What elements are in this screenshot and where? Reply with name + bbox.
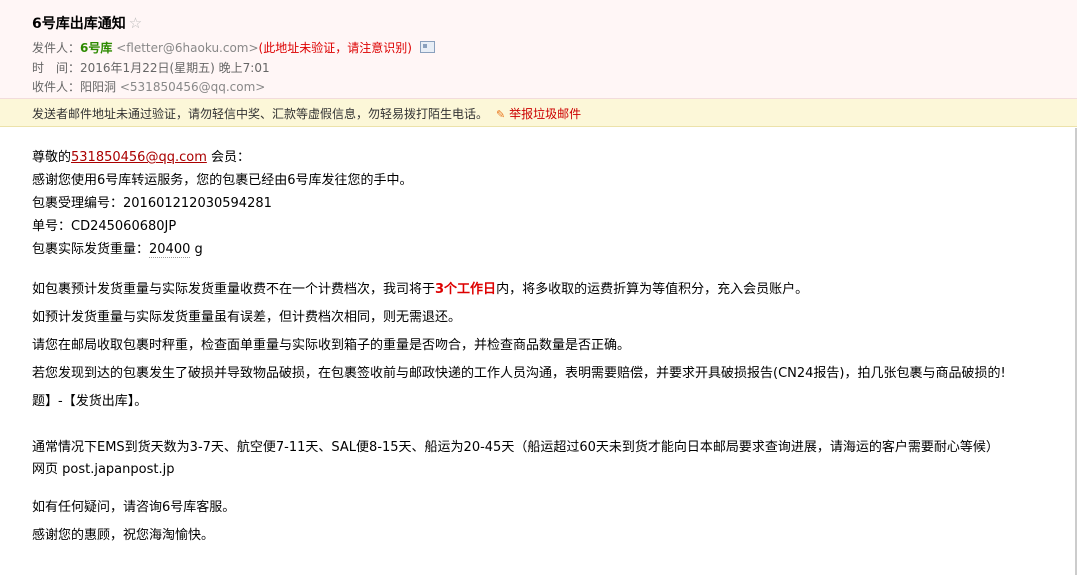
greeting-line: 尊敬的531850456@qq.com 会员： [32, 146, 250, 165]
report-icon[interactable]: ✎ [496, 108, 505, 121]
sender-address[interactable]: <fletter@6haoku.com> [116, 41, 258, 55]
delivery-time-paragraph: 通常情况下EMS到货天数为3-7天、航空便7-11天、SAL便8-15天、船运为… [32, 440, 999, 455]
damage-paragraph: 若您发现到达的包裹发生了破损并导致物品破损，在包裹签收前与邮政快递的工作人员沟通… [32, 366, 1006, 381]
weigh-check-paragraph: 请您在邮局收取包裹时秤重，检查面单重量与实际收到箱子的重量是否吻合，并检查商品数… [32, 338, 631, 353]
to-row: 收件人：阳阳洞 <531850456@qq.com> [32, 78, 265, 95]
time-value: 2016年1月22日(星期五) 晚上7:01 [80, 61, 270, 75]
refund-pre: 如包裹预计发货重量与实际发货重量收费不在一个计费档次，我司将于 [32, 282, 436, 297]
time-row: 时 间：2016年1月22日(星期五) 晚上7:01 [32, 59, 270, 76]
from-row: 发件人：6号库 <fletter@6haoku.com>(此地址未验证，请注意识… [32, 39, 435, 56]
member-email-link[interactable]: 531850456@qq.com [71, 150, 207, 165]
damage-paragraph-end: 题】-【发货出库】。 [32, 394, 148, 409]
email-subject: 6号库出库通知 ☆ [32, 13, 142, 33]
japanpost-line: 网页 post.japanpost.jp [32, 462, 175, 477]
recipient-address[interactable]: <531850456@qq.com> [120, 80, 266, 94]
refund-paragraph: 如包裹预计发货重量与实际发货重量收费不在一个计费档次，我司将于3个工作日内，将多… [32, 278, 808, 297]
email-header: 6号库出库通知 ☆ 发件人：6号库 <fletter@6haoku.com>(此地… [0, 0, 1077, 99]
star-icon[interactable]: ☆ [129, 14, 142, 32]
report-spam-link[interactable]: 举报垃圾邮件 [509, 107, 581, 121]
order-number-line: 单号：CD245060680JP [32, 219, 177, 234]
tracking-id-line: 包裹受理编号：201601212030594281 [32, 196, 272, 211]
warning-bar: 发送者邮件地址未通过验证，请勿轻信中奖、汇款等虚假信息，勿轻易拨打陌生电话。 ✎ … [0, 99, 1077, 127]
no-refund-paragraph: 如预计发货重量与实际发货重量虽有误差，但计费档次相同，则无需退还。 [32, 310, 462, 325]
weight-line: 包裹实际发货重量：20400 g [32, 238, 203, 258]
from-label: 发件人： [32, 41, 81, 55]
thanks-line: 感谢您使用6号库转运服务，您的包裹已经由6号库发往您的手中。 [32, 173, 413, 188]
contact-card-icon[interactable] [419, 41, 435, 53]
contact-paragraph: 如有任何疑问，请咨询6号库客服。 [32, 500, 236, 515]
to-label: 收件人： [32, 80, 81, 94]
weight-label: 包裹实际发货重量： [32, 242, 150, 257]
refund-post: 内，将多收取的运费折算为等值积分，充入会员账户。 [496, 282, 809, 297]
warning-text: 发送者邮件地址未通过验证，请勿轻信中奖、汇款等虚假信息，勿轻易拨打陌生电话。 [32, 107, 489, 121]
warning-text-row: 发送者邮件地址未通过验证，请勿轻信中奖、汇款等虚假信息，勿轻易拨打陌生电话。 ✎ … [32, 105, 581, 122]
greet-post: 会员： [206, 150, 250, 165]
sender-name[interactable]: 6号库 [80, 41, 112, 55]
closing-paragraph: 感谢您的惠顾，祝您海淘愉快。 [32, 528, 215, 543]
refund-days: 3个工作日 [435, 282, 497, 297]
greet-pre: 尊敬的 [32, 150, 72, 165]
subject-text: 6号库出库通知 [32, 16, 126, 32]
weight-value: 20400 [149, 242, 191, 258]
recipient-name[interactable]: 阳阳洞 [80, 80, 116, 94]
unverified-warning: (此地址未验证，请注意识别) [258, 41, 412, 55]
time-label: 时 间： [32, 61, 81, 75]
weight-unit: g [190, 242, 203, 257]
